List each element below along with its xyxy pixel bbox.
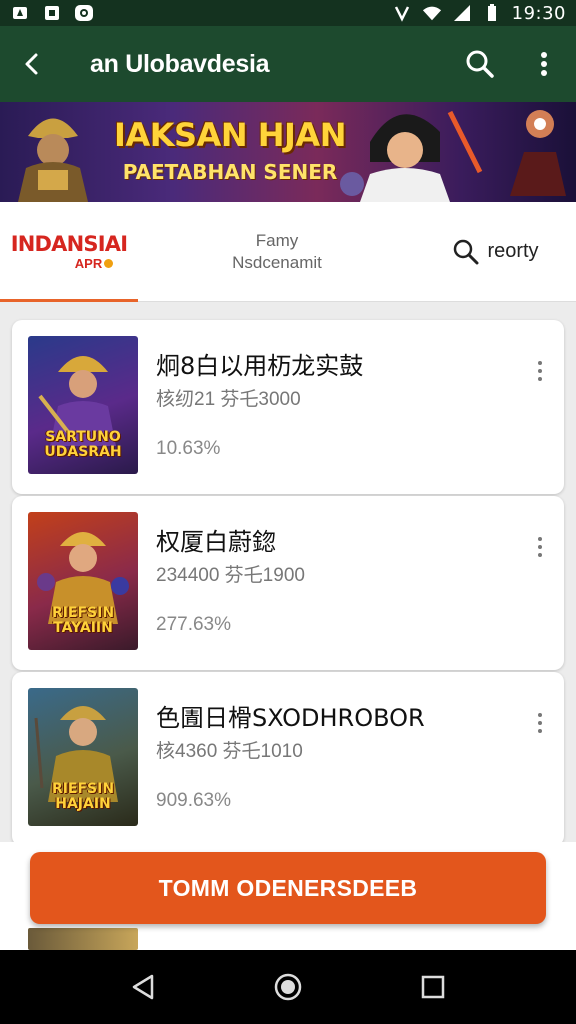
battery-icon bbox=[482, 4, 502, 22]
item-percent: 277.63% bbox=[156, 614, 232, 635]
game-thumbnail: RIEFSIN HAJAIN bbox=[28, 688, 138, 826]
hero-figure-right bbox=[340, 110, 483, 202]
next-item-peek bbox=[28, 928, 138, 950]
search-button[interactable] bbox=[448, 26, 512, 102]
nav-recents-button[interactable] bbox=[413, 967, 453, 1007]
system-nav-bar bbox=[0, 950, 576, 1024]
tab-search[interactable]: reorty bbox=[416, 202, 576, 302]
thumbnail-caption: SARTUNO UDASRAH bbox=[44, 429, 122, 460]
nav-home-icon bbox=[274, 973, 302, 1001]
status-time: 19:30 bbox=[511, 2, 566, 24]
tab-middle-line2: Nsdcenamit bbox=[232, 252, 322, 272]
tab-bar: INDANSIAI APR Famy Nsdcenamit reorty bbox=[0, 202, 576, 302]
item-more-button[interactable] bbox=[528, 356, 552, 386]
item-title: 炯8白以用杤龙实鼓 bbox=[156, 352, 364, 380]
primary-cta-button[interactable]: TOMM ODENERSDEEB bbox=[30, 852, 546, 924]
message-notification-icon bbox=[74, 4, 94, 22]
promo-banner[interactable]: IAKSAN HJAN PAETABHAN SENER bbox=[0, 102, 576, 202]
app-notification-icon bbox=[10, 4, 30, 22]
item-subtitle: 核纫21 芬乇3000 bbox=[156, 389, 301, 410]
thumbnail-caption: RIEFSIN TAYAIIN bbox=[51, 605, 115, 636]
app-bar: an Ulobavdesia bbox=[0, 26, 576, 102]
brand-sub-label: APR bbox=[74, 256, 103, 271]
back-arrow-icon bbox=[25, 53, 38, 75]
item-subtitle: 核4360 芬乇1010 bbox=[156, 741, 303, 762]
dot bbox=[538, 377, 542, 381]
game-thumbnail: RIEFSIN TAYAIIN bbox=[28, 512, 138, 650]
banner-subheadline: PAETABHAN SENER bbox=[122, 160, 338, 184]
item-more-button[interactable] bbox=[528, 708, 552, 738]
dot bbox=[538, 553, 542, 557]
dot bbox=[538, 729, 542, 733]
banner-headline: IAKSAN HJAN bbox=[114, 116, 346, 154]
brand-dot-icon bbox=[104, 259, 114, 268]
list-item[interactable]: RIEFSIN HAJAIN 色圊日榾SXODHROBOR 核4360 芬乇10… bbox=[12, 672, 564, 846]
overflow-menu-button[interactable] bbox=[512, 26, 576, 102]
nav-home-button[interactable] bbox=[268, 967, 308, 1007]
item-more-button[interactable] bbox=[528, 532, 552, 562]
dot bbox=[538, 369, 542, 373]
nav-recents-icon bbox=[422, 975, 445, 999]
tab-middle[interactable]: Famy Nsdcenamit bbox=[138, 202, 416, 302]
image-notification-icon bbox=[42, 4, 62, 22]
more-vert-icon bbox=[541, 52, 547, 76]
search-icon bbox=[466, 50, 494, 78]
dot bbox=[538, 545, 542, 549]
signal-icon bbox=[452, 4, 472, 22]
tab-search-label: reorty bbox=[487, 240, 539, 262]
dot bbox=[538, 713, 542, 717]
glow-effect bbox=[510, 110, 566, 196]
item-title: 权厦白蔚鍃 bbox=[156, 528, 276, 556]
nav-back-button[interactable] bbox=[123, 967, 163, 1007]
search-icon bbox=[454, 239, 479, 264]
dot bbox=[538, 721, 542, 725]
tab-middle-line1: Famy bbox=[255, 230, 299, 250]
vibrate-icon bbox=[392, 4, 412, 22]
dot bbox=[538, 537, 542, 541]
item-subtitle: 234400 芬乇1900 bbox=[156, 565, 305, 586]
brand-logo-text: INDANSIAI bbox=[10, 232, 128, 256]
dot bbox=[538, 361, 542, 365]
game-thumbnail: SARTUNO UDASRAH bbox=[28, 336, 138, 474]
warrior-figure-left bbox=[18, 118, 88, 202]
tab-active-indicator bbox=[0, 298, 138, 302]
back-button[interactable] bbox=[0, 26, 64, 102]
status-bar: 19:30 bbox=[0, 0, 576, 26]
item-percent: 10.63% bbox=[156, 438, 221, 459]
nav-back-icon bbox=[132, 974, 153, 1000]
brand-logo-sub: APR bbox=[74, 256, 114, 271]
tab-brand[interactable]: INDANSIAI APR bbox=[0, 202, 138, 302]
page-title: an Ulobavdesia bbox=[90, 49, 270, 78]
list-item[interactable]: SARTUNO UDASRAH 炯8白以用杤龙实鼓 核纫21 芬乇3000 10… bbox=[12, 320, 564, 494]
thumbnail-caption: RIEFSIN HAJAIN bbox=[51, 781, 115, 812]
item-title: 色圊日榾SXODHROBOR bbox=[156, 704, 425, 732]
wifi-icon bbox=[422, 4, 442, 22]
item-percent: 909.63% bbox=[156, 790, 232, 811]
list-item[interactable]: RIEFSIN TAYAIIN 权厦白蔚鍃 234400 芬乇1900 277.… bbox=[12, 496, 564, 670]
